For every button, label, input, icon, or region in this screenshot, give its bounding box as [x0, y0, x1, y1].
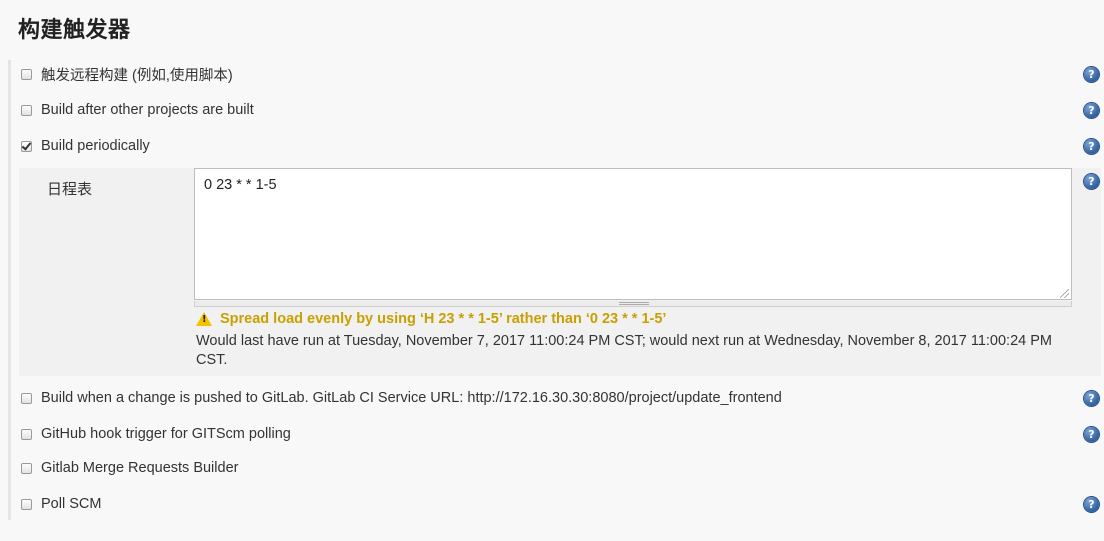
trigger-github-hook-label: GitHub hook trigger for GITScm polling: [41, 426, 291, 442]
help-icon[interactable]: ?: [1084, 103, 1099, 118]
build-triggers-section: 触发远程构建 (例如,使用脚本) ? Build after other pro…: [8, 60, 1101, 520]
trigger-remote-build-checkbox[interactable]: [21, 68, 32, 80]
trigger-build-periodically-label: Build periodically: [41, 138, 150, 154]
schedule-run-info: Would last have run at Tuesday, November…: [196, 333, 1052, 368]
help-icon[interactable]: ?: [1084, 427, 1099, 442]
trigger-build-periodically-checkbox[interactable]: [21, 140, 32, 152]
help-icon[interactable]: ?: [1084, 391, 1099, 406]
trigger-remote-build[interactable]: 触发远程构建 (例如,使用脚本): [21, 63, 233, 85]
help-icon[interactable]: ?: [1084, 139, 1099, 154]
trigger-after-other-projects-label: Build after other projects are built: [41, 102, 254, 118]
textarea-expand-grip[interactable]: [194, 301, 1072, 307]
trigger-gitlab-push[interactable]: Build when a change is pushed to GitLab.…: [21, 387, 782, 409]
trigger-gitlab-push-checkbox[interactable]: [21, 392, 32, 404]
trigger-gitlab-push-label: Build when a change is pushed to GitLab.…: [41, 390, 782, 406]
help-icon[interactable]: ?: [1084, 497, 1099, 512]
help-icon[interactable]: ?: [1084, 67, 1099, 82]
warning-icon: !: [196, 312, 212, 326]
trigger-poll-scm-label: Poll SCM: [41, 496, 102, 512]
schedule-warning-text: Spread load evenly by using ‘H 23 * * 1-…: [220, 311, 667, 327]
trigger-poll-scm-checkbox[interactable]: [21, 498, 32, 510]
trigger-poll-scm[interactable]: Poll SCM: [21, 493, 101, 515]
trigger-github-hook[interactable]: GitHub hook trigger for GITScm polling: [21, 423, 291, 445]
trigger-gitlab-merge-requests-label: Gitlab Merge Requests Builder: [41, 460, 239, 476]
schedule-textarea[interactable]: 0 23 * * 1-5: [194, 168, 1072, 300]
schedule-warning: ! Spread load evenly by using ‘H 23 * * …: [196, 311, 666, 327]
trigger-gitlab-merge-requests[interactable]: Gitlab Merge Requests Builder: [21, 457, 238, 479]
textarea-resize-handle[interactable]: [1060, 289, 1069, 298]
schedule-label: 日程表: [47, 180, 93, 198]
schedule-block: 日程表 0 23 * * 1-5 ? ! Spread load evenly …: [19, 168, 1101, 376]
trigger-remote-build-label: 触发远程构建 (例如,使用脚本): [41, 67, 233, 84]
trigger-gitlab-merge-requests-checkbox[interactable]: [21, 462, 32, 474]
trigger-after-other-projects[interactable]: Build after other projects are built: [21, 99, 254, 121]
help-icon[interactable]: ?: [1084, 174, 1099, 189]
section-title: 构建触发器: [18, 18, 131, 43]
trigger-github-hook-checkbox[interactable]: [21, 428, 32, 440]
trigger-build-periodically[interactable]: Build periodically: [21, 135, 150, 157]
trigger-after-other-projects-checkbox[interactable]: [21, 104, 32, 116]
